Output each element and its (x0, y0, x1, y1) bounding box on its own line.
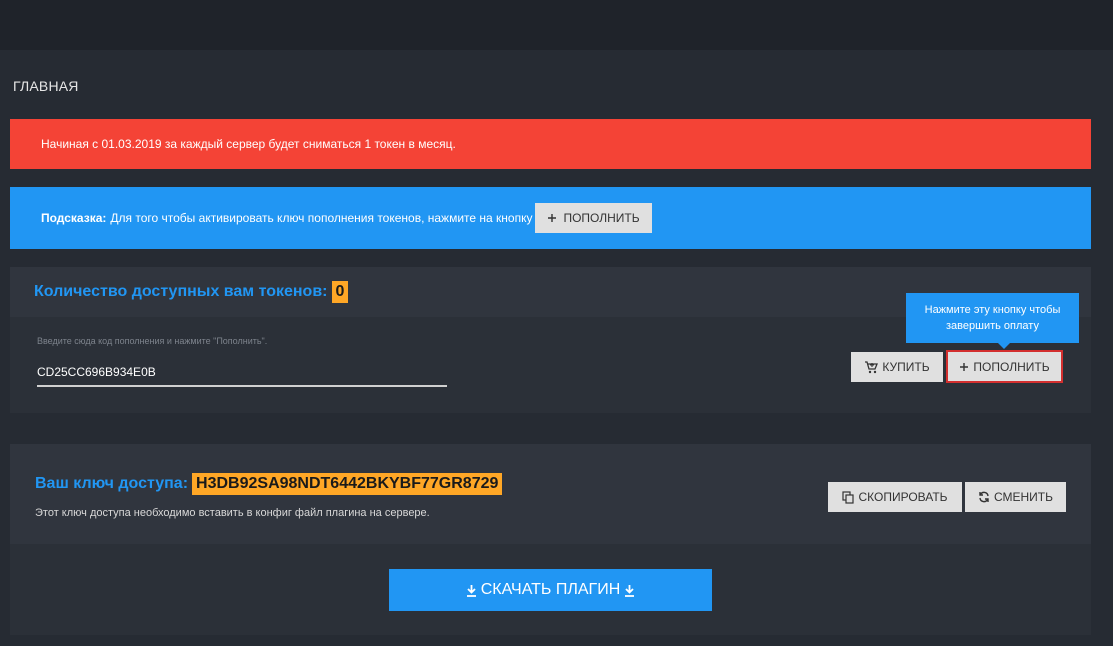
change-label: СМЕНИТЬ (993, 490, 1054, 504)
access-key-description: Этот ключ доступа необходимо вставить в … (35, 507, 430, 519)
buy-label: КУПИТЬ (882, 360, 930, 374)
download-icon (624, 584, 635, 597)
tokens-card: Количество доступных вам токенов: 0 Введ… (10, 267, 1091, 413)
page-title: ГЛАВНАЯ (13, 78, 79, 94)
warning-alert: Начиная с 01.03.2019 за каждый сервер бу… (10, 119, 1091, 169)
topup-tooltip: Нажмите эту кнопку чтобы завершить оплат… (906, 293, 1079, 349)
hint-text: Для того чтобы активировать ключ пополне… (110, 211, 533, 225)
tokens-count: 0 (331, 281, 349, 303)
plus-icon (547, 213, 557, 223)
topup-label: ПОПОЛНИТЬ (973, 359, 1050, 374)
access-key-title: Ваш ключ доступа: (35, 475, 189, 492)
topup-button[interactable]: ПОПОЛНИТЬ (946, 350, 1063, 383)
copy-label: СКОПИРОВАТЬ (858, 490, 948, 504)
copy-button[interactable]: СКОПИРОВАТЬ (828, 482, 962, 512)
access-key-section: Ваш ключ доступа: H3DB92SA98NDT6442BKYBF… (10, 444, 1091, 544)
download-label: СКАЧАТЬ ПЛАГИН (480, 581, 621, 598)
access-key-card: Ваш ключ доступа: H3DB92SA98NDT6442BKYBF… (10, 444, 1091, 635)
plus-icon (959, 362, 969, 372)
refresh-icon (978, 491, 990, 503)
access-key-line: Ваш ключ доступа: H3DB92SA98NDT6442BKYBF… (35, 473, 503, 495)
cart-icon (864, 360, 879, 374)
download-plugin-button[interactable]: СКАЧАТЬ ПЛАГИН (389, 569, 712, 611)
warning-text: Начиная с 01.03.2019 за каждый сервер бу… (41, 137, 456, 151)
hint-label: Подсказка: (41, 211, 107, 225)
hint-topup-label: ПОПОЛНИТЬ (563, 211, 640, 225)
download-icon (466, 584, 477, 597)
access-key-value: H3DB92SA98NDT6442BKYBF77GR8729 (192, 473, 503, 495)
buy-button[interactable]: КУПИТЬ (851, 352, 943, 382)
hint-topup-button[interactable]: ПОПОЛНИТЬ (535, 203, 652, 233)
copy-icon (842, 490, 855, 504)
code-input-hint: Введите сюда код пополнения и нажмите "П… (37, 336, 268, 346)
change-key-button[interactable]: СМЕНИТЬ (965, 482, 1066, 512)
tokens-title: Количество доступных вам токенов: (34, 283, 328, 300)
hint-alert: Подсказка: Для того чтобы активировать к… (10, 187, 1091, 249)
topup-code-input[interactable] (37, 359, 447, 387)
top-bar (0, 0, 1113, 50)
